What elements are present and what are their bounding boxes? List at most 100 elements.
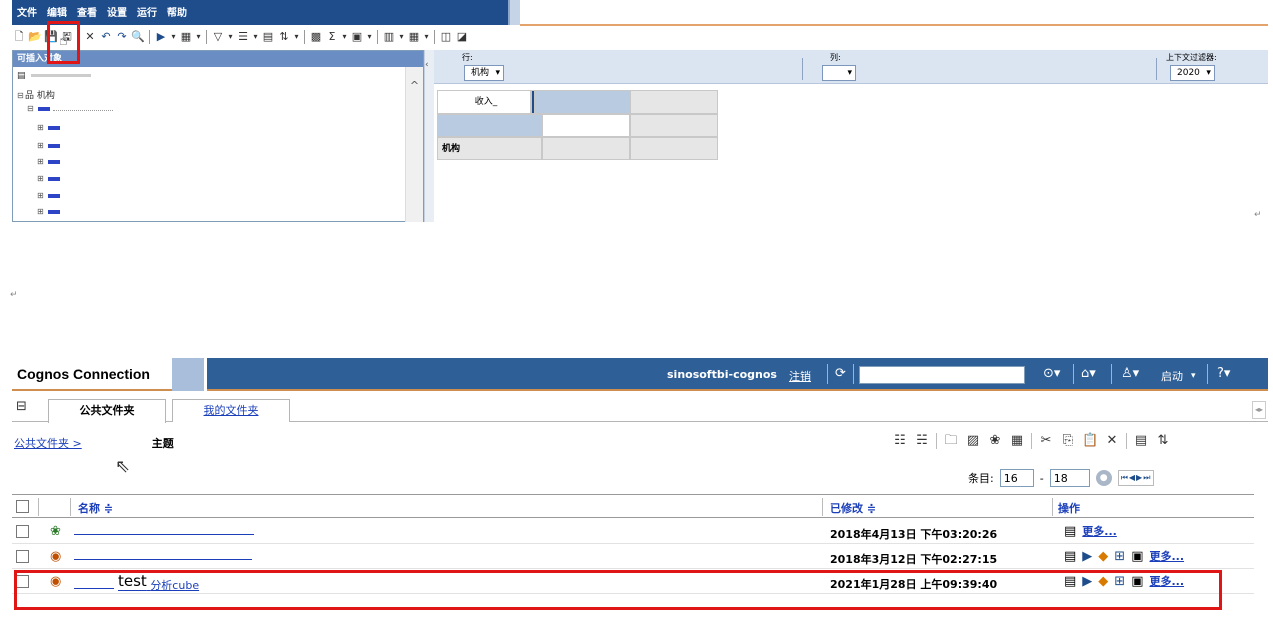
scroll-up-icon[interactable]: ^ xyxy=(406,79,423,92)
measure-header[interactable]: 收入_ xyxy=(437,90,531,114)
row-total-label[interactable]: 机构 xyxy=(437,137,542,160)
total-cell[interactable] xyxy=(630,137,718,160)
folder-view-icon[interactable]: ⊟ xyxy=(16,399,27,414)
copy-icon[interactable]: ⎘ xyxy=(1060,433,1076,449)
tree-item[interactable]: ⊞ xyxy=(37,174,63,184)
tree-item[interactable]: ⊞ xyxy=(37,207,63,217)
search-input[interactable] xyxy=(859,366,1025,384)
row-header[interactable] xyxy=(437,114,542,137)
new-page-icon[interactable]: ▦ xyxy=(1009,433,1025,449)
filter-icon[interactable]: ▽ xyxy=(211,30,225,44)
sum-icon[interactable]: Σ xyxy=(325,30,339,44)
row-checkbox[interactable] xyxy=(16,525,29,538)
help-icon[interactable]: ?▾ xyxy=(1217,366,1230,382)
delete-icon[interactable]: ✕ xyxy=(1104,433,1120,449)
launch-menu[interactable]: 启动 xyxy=(1161,368,1183,384)
expand-icon[interactable]: ⊞ xyxy=(37,174,45,183)
chevron-down-icon[interactable]: ▾ xyxy=(366,30,373,44)
collapse-icon[interactable]: ⊟ xyxy=(17,91,25,100)
run-icon[interactable]: ▶ xyxy=(1082,548,1092,565)
refresh-icon[interactable]: ⟳ xyxy=(835,366,846,382)
menu-view[interactable]: 查看 xyxy=(77,4,97,19)
go-icon[interactable]: ● xyxy=(1095,470,1112,486)
menu-run[interactable]: 运行 xyxy=(137,4,157,19)
chevron-down-icon[interactable]: ▾ xyxy=(341,30,348,44)
chevron-down-icon[interactable]: ▾ xyxy=(398,30,405,44)
select-all-checkbox[interactable] xyxy=(16,500,29,513)
pane-divider[interactable] xyxy=(424,50,434,222)
tree-item[interactable]: ⊞ xyxy=(37,123,63,133)
column-header[interactable] xyxy=(534,90,630,114)
menu-edit[interactable]: 编辑 xyxy=(47,4,67,19)
swap-icon[interactable]: ◪ xyxy=(455,30,469,44)
entry-link[interactable] xyxy=(74,550,252,563)
new-icon[interactable]: 🗋 xyxy=(12,30,26,44)
bar-chart-icon[interactable]: ▥ xyxy=(382,30,396,44)
list-view-icon[interactable]: ☷ xyxy=(892,433,908,449)
new-folder-icon[interactable]: 🗀 xyxy=(943,433,959,449)
logout-link[interactable]: 注销 xyxy=(789,368,811,384)
pager-to-input[interactable] xyxy=(1049,469,1090,487)
delete-icon[interactable]: ✕ xyxy=(83,30,97,44)
tree-item[interactable]: ⊟ xyxy=(27,104,113,114)
undo-icon[interactable]: ↶ xyxy=(99,30,113,44)
suppress-icon[interactable]: ☰ xyxy=(236,30,250,44)
explore-icon[interactable]: ◫ xyxy=(439,30,453,44)
properties-icon[interactable]: ▤ xyxy=(1064,548,1076,565)
column-header-modified[interactable]: 已修改 ≑ xyxy=(830,500,876,516)
sort-icon[interactable]: ⇅ xyxy=(277,30,291,44)
tree-scrollbar[interactable]: ^ xyxy=(405,67,423,222)
expand-icon[interactable]: ⊞ xyxy=(37,123,45,132)
column-chart-icon[interactable]: ▦ xyxy=(407,30,421,44)
rank-icon[interactable]: ▤ xyxy=(261,30,275,44)
context-filter-dropzone[interactable]: 2020 xyxy=(1170,65,1215,81)
tree-root[interactable]: ▤ xyxy=(17,71,94,81)
pager-from-input[interactable] xyxy=(999,469,1034,487)
expand-icon[interactable]: ⊞ xyxy=(37,157,45,166)
page-nav-icon[interactable]: ⏮◀▶⏭ xyxy=(1117,470,1155,486)
home-icon[interactable]: ⌂▾ xyxy=(1081,366,1096,382)
chevron-down-icon[interactable]: ▾ xyxy=(1191,368,1196,384)
schedule-icon[interactable]: ▣ xyxy=(1131,548,1143,565)
collapse-pane-icon[interactable]: ‹ xyxy=(425,60,429,70)
tab-scroll-icon[interactable]: ◂▸ xyxy=(1252,401,1266,419)
new-report-icon[interactable]: ⊞ xyxy=(1114,548,1125,565)
menu-help[interactable]: 帮助 xyxy=(167,4,187,19)
chevron-down-icon[interactable]: ▾ xyxy=(252,30,259,44)
entry-link[interactable] xyxy=(74,525,254,538)
user-icon[interactable]: ♙▾ xyxy=(1121,366,1139,382)
new-job-icon[interactable]: ▨ xyxy=(965,433,981,449)
order-icon[interactable]: ⇅ xyxy=(1155,433,1171,449)
rows-dropzone[interactable]: 机构 xyxy=(464,65,505,81)
redo-icon[interactable]: ↷ xyxy=(115,30,129,44)
chevron-down-icon[interactable]: ▾ xyxy=(293,30,300,44)
column-header[interactable] xyxy=(630,90,718,114)
expand-icon[interactable]: ⊞ xyxy=(37,191,45,200)
search-options-icon[interactable]: ⊙▾ xyxy=(1043,366,1060,382)
open-studio-icon[interactable]: ◆ xyxy=(1098,548,1108,565)
tab-public-folders[interactable]: 公共文件夹 xyxy=(48,399,166,423)
expand-icon[interactable]: ⊞ xyxy=(37,207,45,216)
chart-icon[interactable]: ▩ xyxy=(309,30,323,44)
tree-item-org[interactable]: ⊟品 机构 xyxy=(17,88,55,101)
more-link[interactable]: 更多... xyxy=(1150,548,1185,565)
tree-item[interactable]: ⊞ xyxy=(37,191,63,201)
new-agent-icon[interactable]: ❀ xyxy=(987,433,1003,449)
data-cell[interactable] xyxy=(630,114,718,137)
find-icon[interactable]: 🔍 xyxy=(131,30,145,44)
columns-dropzone[interactable] xyxy=(822,65,856,81)
cut-icon[interactable]: ✂ xyxy=(1038,433,1054,449)
total-cell[interactable] xyxy=(542,137,630,160)
row-checkbox[interactable] xyxy=(16,550,29,563)
expand-icon[interactable]: ⊞ xyxy=(37,141,45,150)
tree-item[interactable]: ⊞ xyxy=(37,141,63,151)
chevron-down-icon[interactable]: ▾ xyxy=(227,30,234,44)
properties-icon[interactable]: ▤ xyxy=(1064,523,1076,540)
chevron-down-icon[interactable]: ▾ xyxy=(423,30,430,44)
column-header-name[interactable]: 名称 ≑ xyxy=(78,500,113,516)
run-icon[interactable]: ▶ xyxy=(154,30,168,44)
menu-file[interactable]: 文件 xyxy=(17,4,37,19)
tree-item[interactable]: ⊞ xyxy=(37,157,63,167)
menu-settings[interactable]: 设置 xyxy=(107,4,127,19)
open-icon[interactable]: 📂 xyxy=(28,30,42,44)
